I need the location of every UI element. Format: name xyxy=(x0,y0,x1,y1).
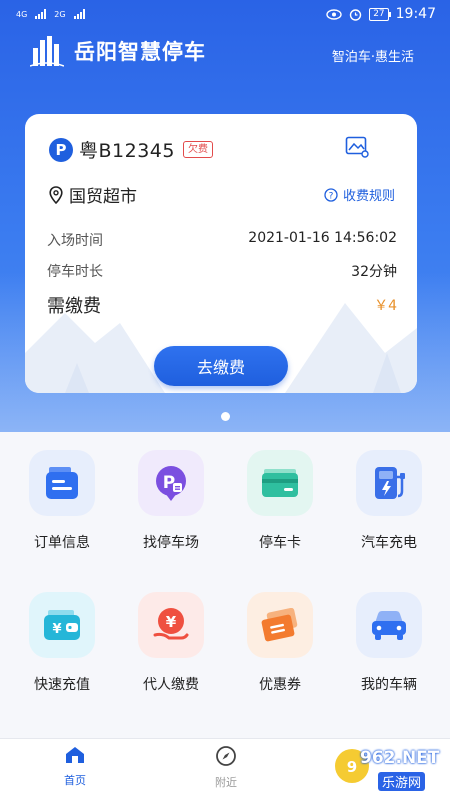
watermark-sub: 乐游网 xyxy=(378,772,426,791)
app-title: 岳阳智慧停车 xyxy=(74,40,206,64)
arrears-badge: 欠费 xyxy=(182,141,213,158)
pay-for-others-icon: ¥ xyxy=(138,592,204,658)
location-pin-icon xyxy=(49,185,63,204)
svg-text:?: ? xyxy=(329,191,334,201)
app-brand: 岳阳智慧停车 xyxy=(30,34,206,68)
city-logo-icon xyxy=(30,36,64,67)
parking-lot-name: 国贸超市 xyxy=(69,187,137,207)
service-coupon[interactable]: 优惠券 xyxy=(224,592,336,694)
quick-recharge-icon: ¥ xyxy=(29,592,95,658)
fee-rules-label: 收费规则 xyxy=(342,189,395,204)
service-label: 代人缴费 xyxy=(143,677,199,693)
svg-text:¥: ¥ xyxy=(166,613,177,631)
status-bar: 4G 2G 27 19:47 xyxy=(0,0,450,28)
service-label: 订单信息 xyxy=(34,535,90,551)
app-slogan: 智泊车·惠生活 xyxy=(331,50,414,65)
duration-value: 32分钟 xyxy=(351,264,397,280)
service-pay-for-others[interactable]: ¥ 代人缴费 xyxy=(115,592,227,694)
entry-time-row: 入场时间 2021-01-16 14:56:02 xyxy=(47,230,397,250)
watermark-brand: 962.NET xyxy=(360,748,440,768)
alarm-icon xyxy=(349,8,362,21)
svg-text:9: 9 xyxy=(347,758,357,776)
license-plate: 粤B12345 xyxy=(79,140,175,162)
pay-now-button[interactable]: 去缴费 xyxy=(154,346,288,386)
car-charging-icon xyxy=(356,450,422,516)
my-vehicle-icon xyxy=(356,592,422,658)
battery-icon: 27 xyxy=(369,7,392,21)
sim2-label: 2G xyxy=(54,9,66,19)
home-icon xyxy=(66,747,84,763)
entry-time-value: 2021-01-16 14:56:02 xyxy=(248,230,397,246)
clock-time: 19:47 xyxy=(395,6,436,22)
order-info-icon xyxy=(29,450,95,516)
signal-icon-2 xyxy=(73,9,85,19)
tab-nearby[interactable]: 附近 xyxy=(186,745,266,790)
fee-rules-link[interactable]: ? 收费规则 xyxy=(324,185,395,204)
entry-time-label: 入场时间 xyxy=(47,233,103,249)
duration-label: 停车时长 xyxy=(47,264,103,280)
eye-icon xyxy=(326,8,342,20)
service-car-charging[interactable]: 汽车充电 xyxy=(333,450,445,552)
compass-icon xyxy=(216,746,236,766)
service-label: 我的车辆 xyxy=(361,677,417,693)
signal-group: 4G 2G xyxy=(16,9,85,19)
svg-text:¥: ¥ xyxy=(52,622,61,637)
fee-due-row: 需缴费 ￥4 xyxy=(47,292,397,318)
find-parking-icon: P xyxy=(138,450,204,516)
signal-icon xyxy=(35,9,47,19)
service-label: 快速充值 xyxy=(34,677,90,693)
fee-due-label: 需缴费 xyxy=(47,296,101,317)
sim1-label: 4G xyxy=(16,9,28,19)
service-quick-recharge[interactable]: ¥ 快速充值 xyxy=(6,592,118,694)
service-parking-card[interactable]: 停车卡 xyxy=(224,450,336,552)
service-find-parking[interactable]: P 找停车场 xyxy=(115,450,227,552)
service-label: 停车卡 xyxy=(259,535,301,551)
service-label: 优惠券 xyxy=(259,677,301,693)
fee-due-value: ￥4 xyxy=(374,298,397,314)
service-label: 找停车场 xyxy=(143,535,199,551)
site-watermark: 9 962.NET 乐游网 xyxy=(330,744,440,794)
tab-home-label: 首页 xyxy=(64,774,86,787)
parking-card-icon xyxy=(247,450,313,516)
coupon-icon xyxy=(247,592,313,658)
question-icon: ? xyxy=(324,187,338,202)
parking-order-card[interactable]: P 粤B12345 欠费 国贸超市 ? 收费规则 入场时间 2021-01-16… xyxy=(25,114,417,393)
parking-p-icon: P xyxy=(49,137,73,162)
location-row: 国贸超市 xyxy=(49,182,137,207)
carousel-indicator-dot[interactable] xyxy=(221,412,230,421)
status-right: 27 19:47 xyxy=(326,6,436,22)
tab-home[interactable]: 首页 xyxy=(35,745,115,788)
service-my-vehicle[interactable]: 我的车辆 xyxy=(333,592,445,694)
duration-row: 停车时长 32分钟 xyxy=(47,261,397,281)
service-order-info[interactable]: 订单信息 xyxy=(6,450,118,552)
tab-nearby-label: 附近 xyxy=(215,776,237,789)
service-grid: 订单信息 P 找停车场 停车卡 汽车充电 ¥ 快速充值 ¥ 代人缴费 优惠券 我… xyxy=(0,432,450,732)
service-label: 汽车充电 xyxy=(361,535,417,551)
photo-icon[interactable] xyxy=(345,136,369,158)
plate-row: P 粤B12345 欠费 xyxy=(49,136,213,163)
